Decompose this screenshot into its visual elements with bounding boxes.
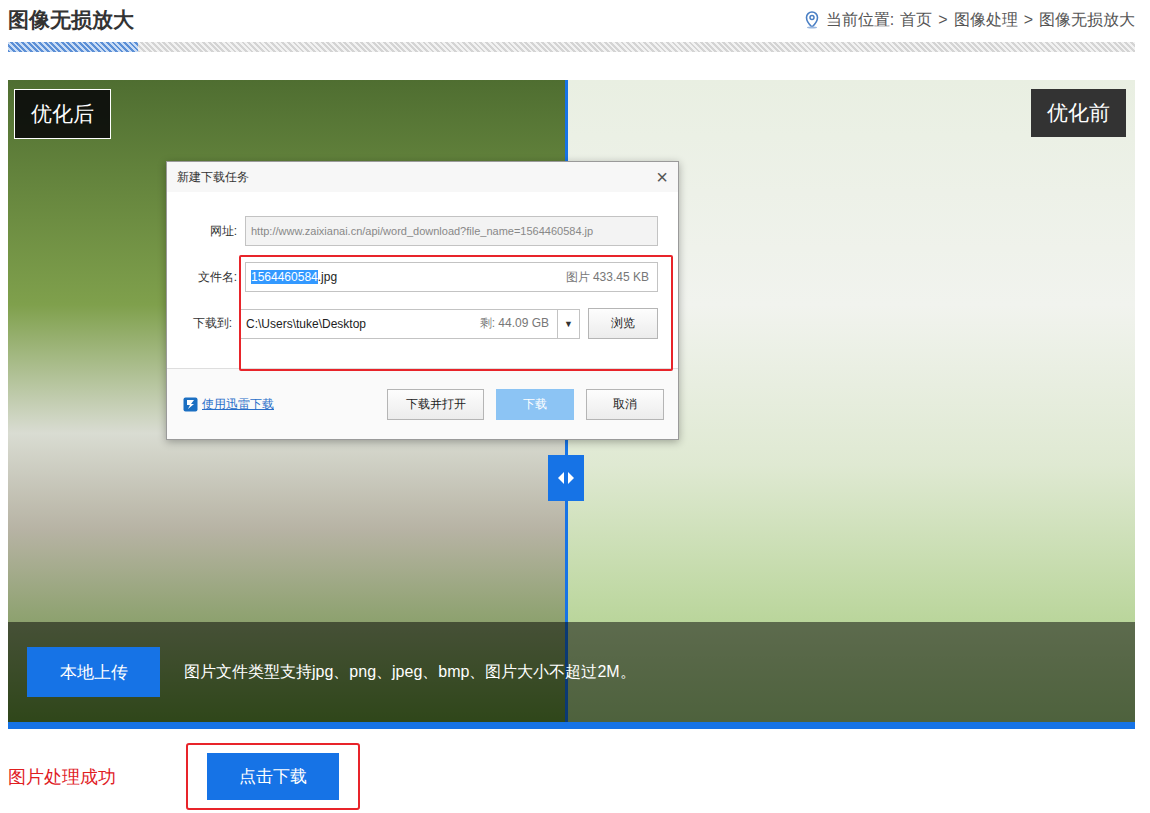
breadcrumb-item[interactable]: 图像无损放大 [1039,10,1135,31]
after-label: 优化后 [14,89,111,139]
compare-handle[interactable] [548,455,584,501]
result-row: 图片处理成功 点击下载 [8,743,1135,810]
underline-accent [8,42,138,52]
compare-view: 优化后 优化前本地上传 图片文件类型支持jpg、png、jpeg、bmp、图片大小不… [8,80,1135,729]
header: 图像无损放大 当前位置: 首页 > 图像处理 > 图像无损放大 [8,0,1135,40]
status-message: 图片处理成功 [8,765,116,789]
highlight-box: 点击下载 [186,743,360,810]
thunder-link[interactable]: 使用迅雷下载 [183,396,375,413]
file-info: 图片 433.45 KB [566,269,657,286]
dialog-title: 新建下载任务 [177,169,249,186]
close-button[interactable]: × [656,167,668,187]
selected-text: 1564460584 [251,270,318,284]
upload-button[interactable]: 本地上传 [27,647,160,697]
url-label: 网址: [181,223,237,240]
before-label: 优化前 [1031,89,1126,137]
dialog-footer: 使用迅雷下载下载并打开下载取消 [167,368,678,439]
save-path-field[interactable]: C:\Users\tuke\Desktop剩: 44.09 GB▼ [240,309,580,339]
dialog-button[interactable]: 下载 [496,389,574,420]
page-title: 图像无损放大 [8,6,134,34]
dialog-title-bar: 新建下载任务 × [167,162,678,192]
download-button[interactable]: 点击下载 [207,753,339,800]
file-name-field[interactable]: 1564460584.jpg图片 433.45 KB [245,262,658,292]
highlight-box [239,255,673,371]
page: 图像无损放大 当前位置: 首页 > 图像处理 > 图像无损放大优化后 优化前本地上传 图片文件类… [0,0,1150,810]
breadcrumb-separator: > [1024,11,1033,29]
file-name-row: 文件名: 1564460584.jpg图片 433.45 KB [181,262,658,292]
upload-hint: 图片文件类型支持jpg、png、jpeg、bmp、图片大小不超过2M。 [184,662,636,683]
location-pin-icon [804,11,820,29]
dialog-body: 网址: http://www.zaixianai.cn/api/word_down… [167,192,678,368]
breadcrumb: 当前位置: 首页 > 图像处理 > 图像无损放大 [804,10,1135,31]
thunder-icon [183,397,198,412]
url-row: 网址: http://www.zaixianai.cn/api/word_down… [181,216,658,246]
breadcrumb-item[interactable]: 首页 [900,10,932,31]
path-dropdown[interactable]: ▼ [557,310,579,338]
dialog-button[interactable]: 取消 [586,389,664,420]
download-dialog: 新建下载任务 × 网址: http://www.zaixianai.cn/api/wo… [166,161,679,440]
title-underline [8,42,1135,52]
browse-button[interactable]: 浏览 [588,308,658,339]
dialog-button[interactable]: 下载并打开 [387,389,484,420]
file-name-label: 文件名: [181,269,237,286]
breadcrumb-separator: > [938,11,947,29]
free-space: 剩: 44.09 GB [480,315,557,332]
breadcrumb-prefix: 当前位置: [826,10,894,31]
save-to-row: 下载到: C:\Users\tuke\Desktop剩: 44.09 GB▼ 浏览 [181,308,658,339]
breadcrumb-item[interactable]: 图像处理 [954,10,1018,31]
save-to-label: 下载到: [181,315,232,332]
underline-rest [138,42,1135,52]
left-right-arrows-icon [556,471,576,485]
url-field: http://www.zaixianai.cn/api/word_downloa… [245,216,658,246]
upload-bar: 本地上传 图片文件类型支持jpg、png、jpeg、bmp、图片大小不超过2M。 [8,622,1135,722]
